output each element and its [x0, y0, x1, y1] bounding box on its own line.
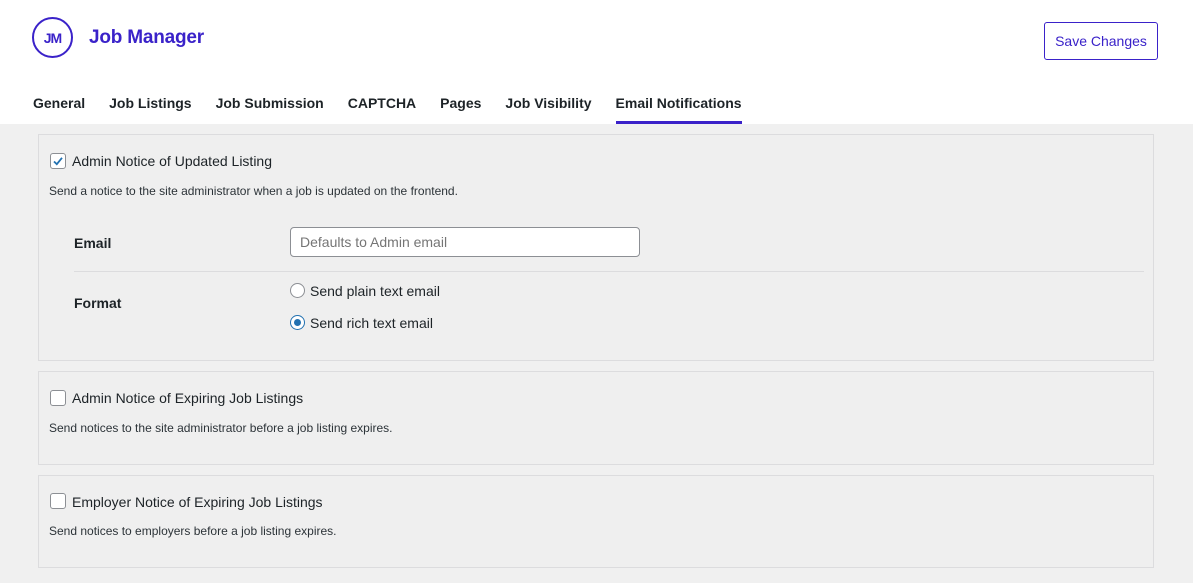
- section-description: Send notices to employers before a job l…: [49, 524, 337, 538]
- tab-email-notifications[interactable]: Email Notifications: [615, 95, 742, 124]
- section-admin-updated-listing: Admin Notice of Updated Listing Send a n…: [38, 134, 1154, 361]
- logo: JM: [32, 17, 73, 58]
- settings-tabs: General Job Listings Job Submission CAPT…: [33, 95, 766, 124]
- section-admin-expiring-listings: Admin Notice of Expiring Job Listings Se…: [38, 371, 1154, 465]
- section-title[interactable]: Admin Notice of Expiring Job Listings: [72, 390, 303, 406]
- admin-updated-listing-checkbox[interactable]: [50, 153, 66, 169]
- section-title[interactable]: Employer Notice of Expiring Job Listings: [72, 494, 323, 510]
- section-description: Send notices to the site administrator b…: [49, 421, 393, 435]
- email-label: Email: [74, 235, 112, 251]
- section-title[interactable]: Admin Notice of Updated Listing: [72, 153, 272, 169]
- save-changes-button[interactable]: Save Changes: [1044, 22, 1158, 60]
- brand-name: Job Manager: [89, 27, 204, 48]
- tab-job-submission[interactable]: Job Submission: [216, 95, 324, 124]
- rich-text-label[interactable]: Send rich text email: [310, 315, 433, 331]
- section-description: Send a notice to the site administrator …: [49, 184, 458, 198]
- divider: [74, 271, 1144, 272]
- tab-job-visibility[interactable]: Job Visibility: [505, 95, 591, 124]
- header-bar: JM Job Manager Save Changes General Job …: [0, 0, 1193, 124]
- rich-text-radio[interactable]: [290, 315, 305, 330]
- tab-captcha[interactable]: CAPTCHA: [348, 95, 416, 124]
- plain-text-label[interactable]: Send plain text email: [310, 283, 440, 299]
- employer-expiring-listings-checkbox[interactable]: [50, 493, 66, 509]
- checkmark-icon: [53, 157, 63, 166]
- tab-general[interactable]: General: [33, 95, 85, 124]
- admin-expiring-listings-checkbox[interactable]: [50, 390, 66, 406]
- tab-job-listings[interactable]: Job Listings: [109, 95, 191, 124]
- logo-text: JM: [43, 29, 62, 46]
- tab-pages[interactable]: Pages: [440, 95, 481, 124]
- radio-selected-dot: [294, 319, 301, 326]
- email-field[interactable]: [290, 227, 640, 257]
- plain-text-radio[interactable]: [290, 283, 305, 298]
- section-employer-expiring-listings: Employer Notice of Expiring Job Listings…: [38, 475, 1154, 568]
- format-label: Format: [74, 295, 122, 311]
